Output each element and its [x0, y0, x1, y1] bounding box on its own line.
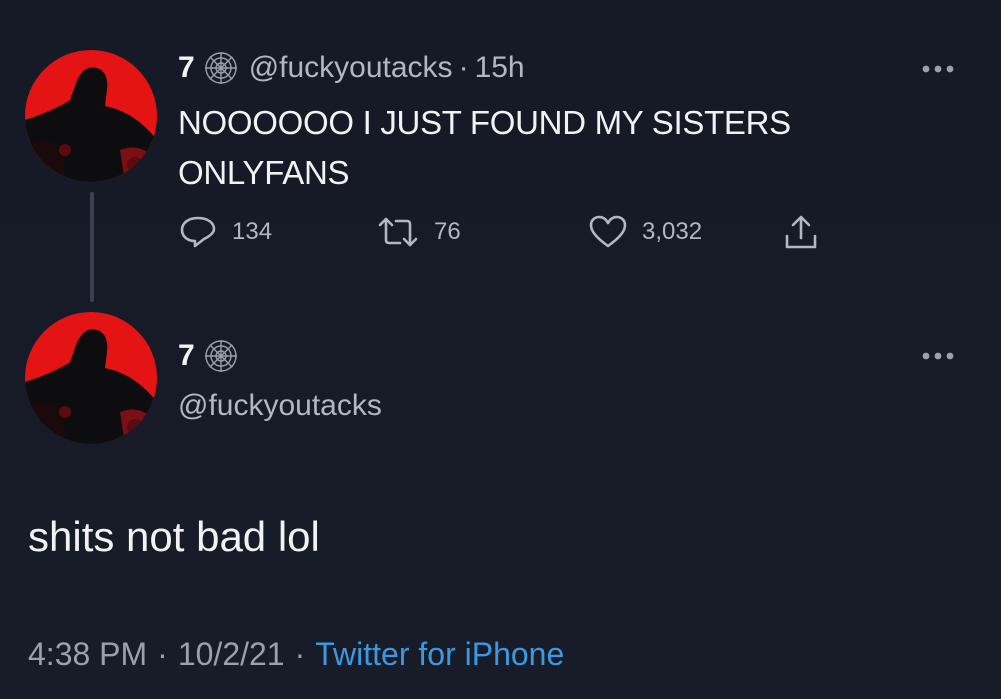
separator-dot: ·: [294, 636, 306, 672]
user-avatar[interactable]: [25, 50, 157, 182]
tweet-text-line: ONLYFANS: [178, 154, 350, 191]
retweet-count: 76: [434, 218, 461, 245]
retweet-button[interactable]: 76: [376, 214, 461, 250]
more-dots-icon[interactable]: [918, 344, 958, 368]
reply-header: 7: [178, 338, 249, 374]
tweet-source-link[interactable]: Twitter for iPhone: [315, 634, 564, 674]
separator-dot: ·: [458, 51, 469, 84]
tweet-header: 7 @fuckyoutacks · 15h: [178, 50, 525, 86]
display-name[interactable]: 7: [178, 50, 195, 86]
tweet-text-line: NOOOOOO I JUST FOUND MY SISTERS: [178, 104, 791, 141]
spider-web-icon: [203, 50, 239, 86]
tweet-text: NOOOOOO I JUST FOUND MY SISTERS ONLYFANS: [178, 98, 898, 198]
tweet-meta: 4:38 PM · 10/2/21 · Twitter for iPhone: [28, 634, 564, 674]
reply-icon: [180, 216, 216, 248]
display-name[interactable]: 7: [178, 338, 195, 374]
separator-dot: ·: [157, 636, 168, 672]
user-handle[interactable]: @fuckyoutacks: [249, 50, 453, 86]
share-icon: [785, 215, 817, 249]
tweet-date[interactable]: 10/2/21: [178, 634, 285, 674]
user-handle[interactable]: @fuckyoutacks: [178, 388, 382, 424]
avatar-image: [25, 312, 157, 444]
spider-web-icon: [203, 338, 239, 374]
tweet-thread-screen: 7 @fuckyoutacks · 15h NOOOOOO I JUST FOU…: [0, 0, 1001, 699]
avatar-image: [25, 50, 157, 182]
share-button[interactable]: [783, 214, 833, 252]
reply-text: shits not bad lol: [28, 513, 320, 560]
heart-icon: [589, 215, 627, 248]
user-avatar[interactable]: [25, 312, 157, 444]
reply-button[interactable]: 134: [178, 214, 272, 250]
like-count: 3,032: [642, 218, 703, 245]
thread-connector-line: [90, 192, 94, 302]
tweet-time-ago[interactable]: 15h: [475, 50, 525, 86]
reply-count: 134: [232, 218, 273, 245]
tweet-time[interactable]: 4:38 PM: [28, 634, 147, 674]
like-button[interactable]: 3,032: [588, 214, 702, 250]
more-dots-icon[interactable]: [918, 57, 958, 81]
retweet-icon: [378, 217, 418, 247]
tweet-action-bar: 134 76 3,032: [178, 214, 838, 254]
